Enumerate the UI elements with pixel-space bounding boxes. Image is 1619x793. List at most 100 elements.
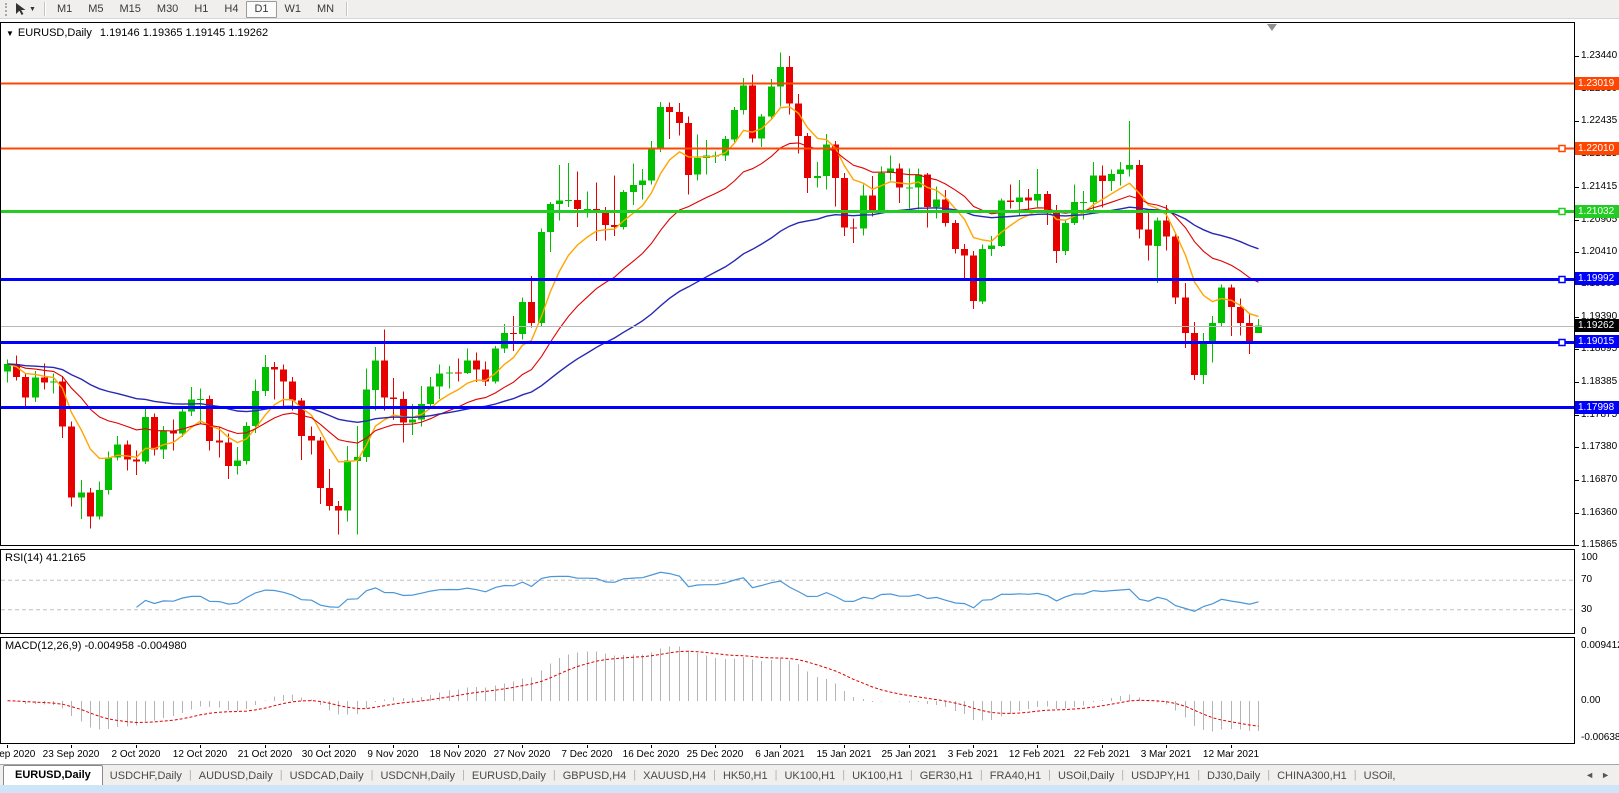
tab-hk50-h1[interactable]: HK50,H1 [716,767,775,785]
chart-tab-bar: EURUSD,DailyUSDCHF,Daily|AUDUSD,Daily|US… [0,764,1619,785]
date-tick-mark [1231,745,1232,748]
date-label: 15 Jan 2021 [816,749,871,760]
tab-usdjpy-h1[interactable]: USDJPY,H1 [1124,767,1197,785]
price-tick-mark [1575,187,1579,188]
date-label: 12 Feb 2021 [1009,749,1065,760]
tab-usoil-daily[interactable]: USOil,Daily [1051,767,1121,785]
timeframe-button-M30[interactable]: M30 [149,1,186,18]
tab-eurusd-daily[interactable]: EURUSD,Daily [3,765,103,785]
timeframe-button-MN[interactable]: MN [309,1,342,18]
price-badge: 1.17998 [1575,401,1619,414]
timeframe-button-M15[interactable]: M15 [112,1,149,18]
tab-ger30-h1[interactable]: GER30,H1 [913,767,980,785]
ma-slow-line[interactable] [8,207,1259,422]
timeframe-button-H4[interactable]: H4 [216,1,246,18]
date-label: 3 Feb 2021 [948,749,999,760]
date-label: 12 Mar 2021 [1203,749,1259,760]
price-tick-label: 1.17380 [1581,441,1617,453]
date-tick-mark [1102,745,1103,748]
date-tick-mark [458,745,459,748]
timeframe-button-H1[interactable]: H1 [186,1,216,18]
date-label: 25 Dec 2020 [687,749,744,760]
date-label: 3 Mar 2021 [1141,749,1192,760]
date-label: 30 Oct 2020 [302,749,356,760]
price-tick-mark [1575,220,1579,221]
price-tick-label: 1.21415 [1581,181,1617,193]
price-tick-mark [1575,447,1579,448]
timeframe-button-M5[interactable]: M5 [80,1,111,18]
price-tick-mark [1575,121,1579,122]
date-tick-mark [651,745,652,748]
price-tick-label: 1.15865 [1581,539,1617,551]
price-tick-mark [1575,56,1579,57]
date-tick-mark [909,745,910,748]
date-tick-mark [780,745,781,748]
chart-ohlc-values: 1.19146 1.19365 1.19145 1.19262 [100,27,268,39]
triangle-down-icon[interactable]: ▼ [6,29,14,38]
tab-usdcnh-daily[interactable]: USDCNH,Daily [373,767,462,785]
tab-eurusd-daily[interactable]: EURUSD,Daily [465,767,553,785]
date-label: 7 Dec 2020 [561,749,612,760]
chart-symbol-label: EURUSD,Daily [18,27,92,39]
tab-audusd-daily[interactable]: AUDUSD,Daily [192,767,280,785]
macd-tick-label: 0.00 [1581,695,1600,707]
chevron-down-icon[interactable]: ▼ [29,6,40,13]
tab-usoil-[interactable]: USOil, [1357,767,1403,785]
rsi-line [137,572,1259,611]
tab-fra40-h1[interactable]: FRA40,H1 [983,767,1048,785]
tab-gbpusd-h4[interactable]: GBPUSD,H4 [556,767,634,785]
rsi-chart-canvas[interactable] [1,550,1574,633]
date-label: 25 Jan 2021 [881,749,936,760]
timeframe-buttons: M1M5M15M30H1H4D1W1MN [49,1,342,18]
tabs-scroll-right-icon[interactable]: ► [1601,770,1610,780]
date-label: 22 Feb 2021 [1074,749,1130,760]
price-tick-label: 1.22435 [1581,115,1617,127]
rsi-tick-label: 70 [1581,574,1592,586]
tab-xauusd-h4[interactable]: XAUUSD,H4 [636,767,713,785]
tab-uk100-h1[interactable]: UK100,H1 [845,767,910,785]
hline-handle[interactable] [1559,209,1565,215]
macd-chart-canvas[interactable] [1,638,1574,743]
date-label: 14 Sep 2020 [0,749,35,760]
tab-usdchf-daily[interactable]: USDCHF,Daily [103,767,189,785]
candles-layer [4,53,1262,535]
timeframe-button-W1[interactable]: W1 [277,1,310,18]
timeframe-button-D1[interactable]: D1 [246,1,276,18]
hline-handle[interactable] [1559,277,1565,283]
tab-dj30-daily[interactable]: DJ30,Daily [1200,767,1267,785]
price-tick-mark [1575,382,1579,383]
date-tick-mark [973,745,974,748]
price-tick-label: 1.16360 [1581,507,1617,519]
date-label: 18 Nov 2020 [430,749,487,760]
date-label: 12 Oct 2020 [173,749,227,760]
date-tick-mark [844,745,845,748]
hline-handle[interactable] [1559,146,1565,152]
price-tick-mark [1575,480,1579,481]
candlestick-chart-canvas[interactable] [1,23,1574,545]
date-tick-mark [587,745,588,748]
date-axis[interactable]: 14 Sep 202023 Sep 20202 Oct 202012 Oct 2… [0,745,1575,763]
macd-tick-label: 0.009412 [1581,640,1619,652]
rsi-tick-label: 100 [1581,552,1598,564]
rsi-tick-label: 0 [1581,626,1587,638]
price-badge: 1.19015 [1575,335,1619,348]
chart-title: ▼ EURUSD,Daily 1.19146 1.19365 1.19145 1.1… [6,27,268,39]
date-tick-mark [329,745,330,748]
chart-shift-marker-icon[interactable] [1267,24,1277,31]
tab-usdcad-daily[interactable]: USDCAD,Daily [283,767,371,785]
date-tick-mark [393,745,394,748]
date-label: 23 Sep 2020 [43,749,100,760]
toolbar-grip[interactable] [5,3,7,16]
cursor-icon[interactable] [12,2,29,17]
mt4-window: ▼ M1M5M15M30H1H4D1W1MN ▼ EURUSD,Daily 1.19… [0,0,1619,793]
rsi-label: RSI(14) 41.2165 [5,552,86,564]
macd-tick-label: -0.006388 [1581,732,1619,744]
date-tick-mark [1166,745,1167,748]
tab-china300-h1[interactable]: CHINA300,H1 [1270,767,1354,785]
date-label: 27 Nov 2020 [494,749,551,760]
timeframe-button-M1[interactable]: M1 [49,1,80,18]
tabs-scroll-left-icon[interactable]: ◄ [1585,770,1594,780]
tab-uk100-h1[interactable]: UK100,H1 [777,767,842,785]
hline-handle[interactable] [1559,340,1565,346]
date-label: 21 Oct 2020 [238,749,292,760]
